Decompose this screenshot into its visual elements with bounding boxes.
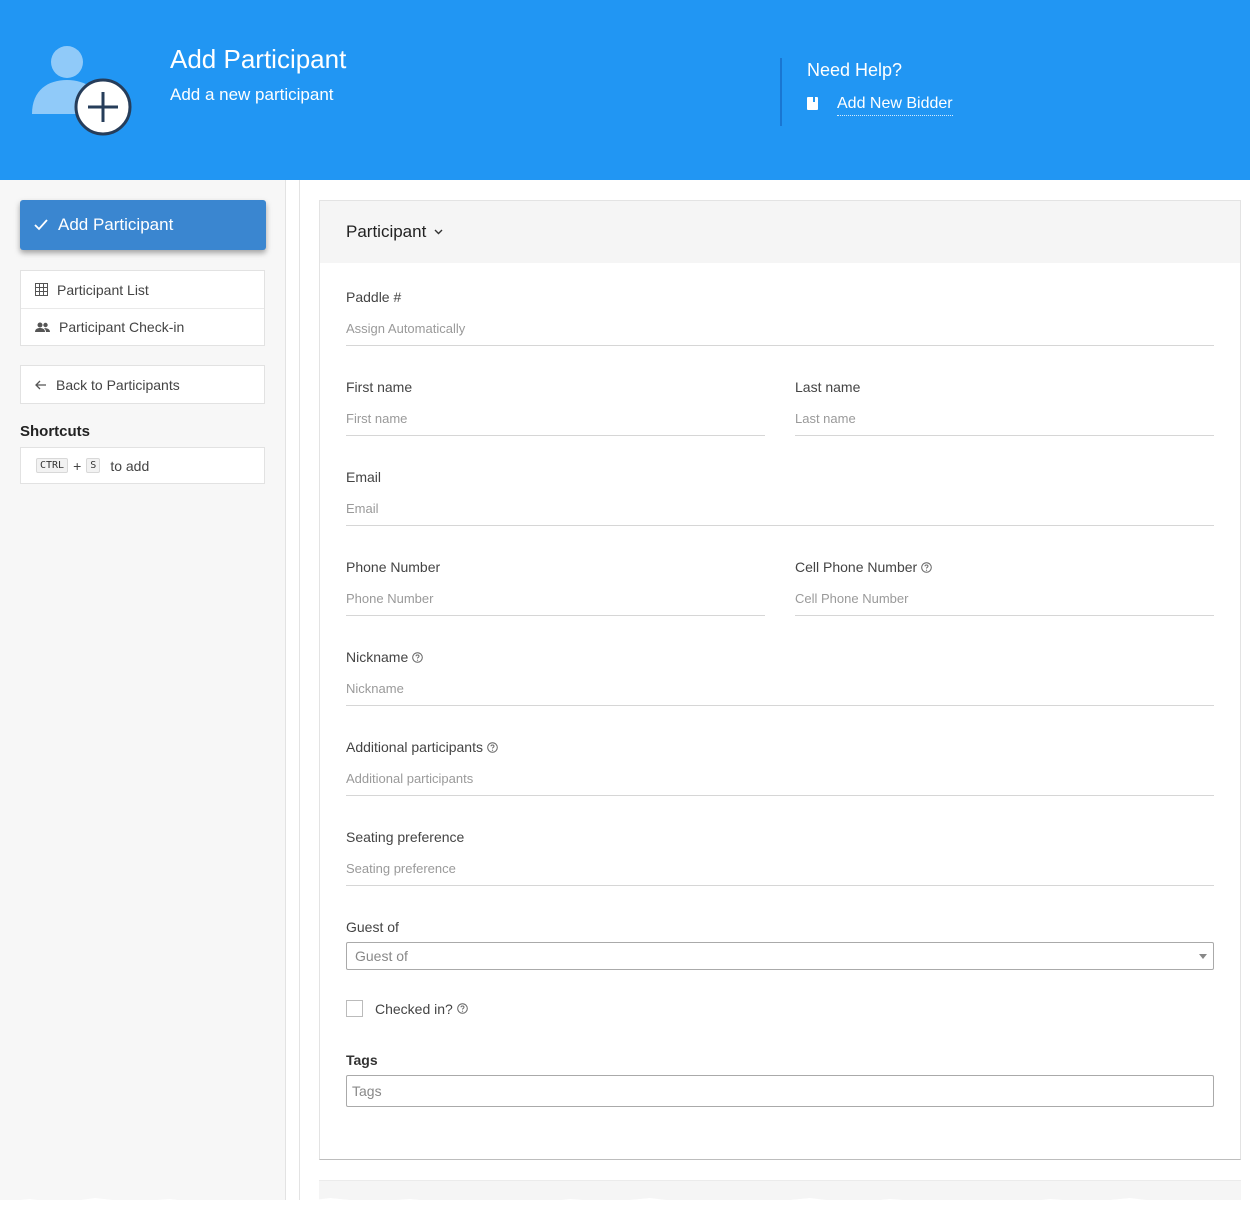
- shortcut-hint: CTRL + S to add: [20, 447, 265, 484]
- last-name-input[interactable]: [795, 411, 1214, 436]
- book-icon: [807, 97, 818, 110]
- participant-form-card: Participant Paddle # First name Last nam…: [319, 200, 1241, 1160]
- phone-label: Phone Number: [346, 559, 441, 575]
- nickname-label: Nickname: [346, 649, 409, 665]
- help-circle-icon[interactable]: [921, 561, 932, 573]
- tags-input[interactable]: [346, 1075, 1214, 1107]
- additional-participants-label: Additional participants: [346, 739, 483, 755]
- additional-participants-input[interactable]: [346, 771, 1214, 796]
- arrow-left-icon: [35, 380, 46, 389]
- page-title: Add Participant: [170, 44, 347, 74]
- sidebar-item-label: Participant List: [57, 281, 149, 298]
- shortcut-plus: +: [73, 457, 82, 474]
- email-field: Email: [346, 469, 1214, 526]
- email-input[interactable]: [346, 501, 1214, 526]
- seating-preference-field: Seating preference: [346, 829, 1214, 886]
- guest-of-field: Guest of Guest of: [346, 919, 1214, 970]
- cell-phone-label: Cell Phone Number: [795, 559, 918, 575]
- guest-of-select[interactable]: Guest of: [346, 942, 1214, 970]
- sidebar-item-participant-list[interactable]: Participant List: [21, 271, 264, 308]
- sidebar-item-label: Participant Check-in: [59, 319, 185, 335]
- last-name-label: Last name: [795, 379, 861, 395]
- back-to-participants-link[interactable]: Back to Participants: [21, 366, 264, 403]
- shortcut-key-ctrl: CTRL: [36, 458, 69, 473]
- tags-field: Tags: [346, 1052, 1214, 1107]
- cell-phone-input[interactable]: [795, 591, 1214, 616]
- paddle-input[interactable]: [346, 321, 1214, 346]
- checked-in-label: Checked in?: [375, 1000, 453, 1017]
- sidebar-gutter: [287, 180, 300, 1200]
- shortcut-action: to add: [110, 457, 150, 474]
- first-name-input[interactable]: [346, 411, 765, 436]
- first-name-field: First name: [346, 379, 765, 436]
- sidebar: Add Participant Participant List Partici…: [0, 180, 286, 1200]
- checked-in-row: Checked in?: [346, 1000, 468, 1017]
- seating-preference-label: Seating preference: [346, 829, 465, 845]
- additional-participants-field: Additional participants: [346, 739, 1214, 796]
- phone-input[interactable]: [346, 591, 765, 616]
- guest-of-label: Guest of: [346, 919, 399, 935]
- guest-of-placeholder: Guest of: [355, 948, 408, 964]
- help-circle-icon[interactable]: [412, 651, 424, 663]
- add-participant-button-label: Add Participant: [58, 215, 174, 234]
- help-title: Need Help?: [807, 60, 903, 80]
- nickname-label-row: Nickname: [346, 649, 1214, 665]
- cell-phone-field: Cell Phone Number: [795, 559, 1214, 616]
- section-toggle-participant[interactable]: Participant: [320, 201, 1240, 263]
- help-divider: [780, 58, 782, 126]
- back-to-participants-label: Back to Participants: [56, 376, 180, 393]
- phone-field: Phone Number: [346, 559, 765, 616]
- checked-in-checkbox[interactable]: [346, 1000, 363, 1017]
- email-label: Email: [346, 469, 382, 485]
- additional-participants-label-row: Additional participants: [346, 739, 1214, 755]
- page-subtitle: Add a new participant: [170, 85, 334, 104]
- shortcut-key-s: S: [86, 458, 101, 473]
- chevron-down-icon: [434, 229, 443, 235]
- add-participant-button[interactable]: Add Participant: [20, 200, 266, 250]
- nickname-field: Nickname: [346, 649, 1214, 706]
- grid-icon: [35, 283, 48, 296]
- add-user-icon: [32, 46, 132, 136]
- page-header: Add Participant Add a new participant Ne…: [0, 0, 1250, 180]
- first-name-label: First name: [346, 379, 413, 395]
- paddle-label: Paddle #: [346, 289, 402, 305]
- help-circle-icon[interactable]: [457, 1003, 468, 1014]
- sidebar-item-participant-check-in[interactable]: Participant Check-in: [21, 308, 264, 345]
- help-circle-icon[interactable]: [487, 741, 498, 753]
- back-group: Back to Participants: [20, 365, 265, 404]
- shortcuts-heading: Shortcuts: [20, 423, 91, 440]
- seating-preference-input[interactable]: [346, 861, 1214, 886]
- tags-label: Tags: [346, 1052, 378, 1068]
- cell-phone-label-row: Cell Phone Number: [795, 559, 1214, 575]
- dropdown-caret-icon: [1199, 954, 1207, 959]
- people-icon: [35, 322, 50, 332]
- torn-edge: [0, 1198, 1250, 1230]
- help-link-add-new-bidder[interactable]: Add New Bidder: [837, 95, 953, 116]
- last-name-field: Last name: [795, 379, 1214, 436]
- nickname-input[interactable]: [346, 681, 1214, 706]
- sidebar-nav: Participant List Participant Check-in: [20, 270, 265, 346]
- section-title: Participant: [346, 222, 427, 241]
- paddle-field: Paddle #: [346, 289, 1214, 346]
- checkmark-icon: [34, 219, 48, 231]
